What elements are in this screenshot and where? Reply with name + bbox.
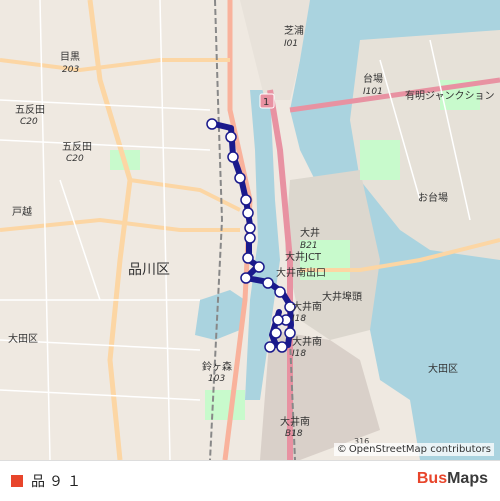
- bus-stop: [276, 341, 288, 353]
- bus-stop: [253, 261, 265, 273]
- bus-stop: [272, 314, 284, 326]
- label-ota: 大田区: [428, 362, 458, 375]
- label-oi-jct: 大井JCT: [285, 250, 322, 263]
- label-oi-minami-iriguchi: 大井南出口: [276, 266, 326, 279]
- label-daiba: 台場: [363, 72, 383, 85]
- label-oi-minami-2: 大井南: [292, 335, 322, 348]
- label-oi-minami-2-code: I18: [292, 349, 306, 359]
- label-ariake-jct: 有明ジャンクション: [405, 89, 495, 102]
- bus-stop: [262, 277, 274, 289]
- label-suzugamori: 鈴ヶ森: [202, 360, 232, 373]
- map-canvas: 1 芝浦 I01 台場 I101 有明ジャンクション お台場 目黒 203 五反…: [0, 0, 500, 460]
- label-oi-code: B21: [300, 241, 318, 251]
- label-gotanda: 五反田: [15, 104, 45, 116]
- map-view[interactable]: 1 芝浦 I01 台場 I101 有明ジャンクション お台場 目黒 203 五反…: [0, 0, 500, 460]
- footer-bar: 品９１ BusMaps: [0, 460, 500, 501]
- road-diag: [129, 178, 241, 212]
- label-meguro: 目黒: [60, 51, 80, 63]
- park-3: [205, 390, 245, 420]
- attribution-text: OpenStreetMap contributors: [348, 444, 491, 455]
- route-name: 品９１: [31, 474, 85, 490]
- brand-part-1: Bus: [416, 470, 448, 487]
- label-daiba-code: I101: [363, 87, 383, 97]
- park-1: [360, 140, 400, 180]
- label-meguro-code: 203: [62, 65, 79, 75]
- label-oi-minami: 大井南: [292, 300, 322, 313]
- bus-stop: [244, 222, 256, 234]
- label-suzugamori-code: 103: [208, 374, 225, 384]
- brand-part-2: Maps: [447, 470, 488, 487]
- bus-stop: [270, 327, 282, 339]
- road-1-shield: 1: [259, 93, 275, 109]
- label-togoshi: 戸越: [12, 205, 32, 218]
- label-oi-futo: 大井埠頭: [322, 290, 362, 303]
- label-shinagawa-ku: 品川区: [128, 262, 170, 278]
- label-shibaura-code: I01: [284, 39, 298, 49]
- label-oi-bottom-code: B18: [285, 429, 303, 439]
- bus-stop: [240, 194, 252, 206]
- bus-stop: [227, 151, 239, 163]
- bus-stop: [225, 131, 237, 143]
- bus-stop: [242, 207, 254, 219]
- map-attribution[interactable]: © OpenStreetMap contributors: [333, 443, 494, 456]
- route-color-swatch: [11, 475, 23, 487]
- road-west: [0, 217, 240, 232]
- attribution-symbol: ©: [336, 444, 347, 455]
- bus-stop: [242, 252, 254, 264]
- label-gotanda-2-code: C20: [66, 154, 84, 164]
- bus-stop: [244, 232, 256, 244]
- bus-stop: [234, 172, 246, 184]
- label-oi-minami-code: I18: [292, 314, 306, 324]
- label-oi-bottom: 大井南: [280, 415, 310, 428]
- bus-stop: [264, 341, 276, 353]
- bus-stop: [206, 118, 218, 130]
- road-north-west: [0, 58, 230, 73]
- label-gotanda-code: C20: [20, 117, 38, 127]
- label-odaiba: お台場: [418, 191, 448, 204]
- label-shibaura: 芝浦: [284, 24, 304, 37]
- busmaps-logo[interactable]: BusMaps: [417, 470, 488, 488]
- bus-stop: [274, 286, 286, 298]
- river-water: [195, 290, 245, 340]
- label-oi: 大井: [300, 226, 320, 239]
- label-ota-2: 大田区: [8, 332, 38, 345]
- label-gotanda-2: 五反田: [62, 141, 92, 153]
- road-1-label: 1: [263, 97, 269, 108]
- bus-stop: [240, 272, 252, 284]
